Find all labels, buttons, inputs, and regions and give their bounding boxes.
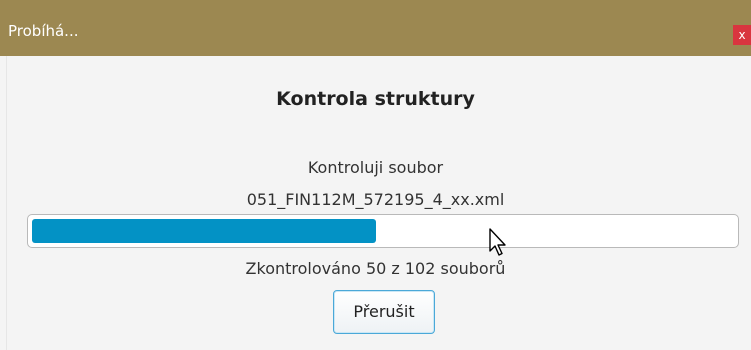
current-file-name: 051_FIN112M_572195_4_xx.xml	[246, 190, 505, 209]
status-label: Kontroluji soubor	[307, 158, 444, 177]
mouse-pointer-icon	[489, 228, 506, 256]
window-title: Probíhá...	[8, 22, 79, 40]
progress-bar-fill	[32, 219, 376, 243]
close-button[interactable]: x	[733, 25, 751, 45]
progress-dialog-window: Probíhá... x Kontrola struktury Kontrolu…	[0, 0, 751, 350]
progress-counter: Zkontrolováno 50 z 102 souborů	[245, 259, 506, 278]
title-bar[interactable]: Probíhá... x	[0, 0, 751, 56]
dialog-heading: Kontrola struktury	[276, 88, 475, 110]
progress-bar	[27, 214, 739, 248]
abort-button[interactable]: Přerušit	[333, 290, 435, 334]
